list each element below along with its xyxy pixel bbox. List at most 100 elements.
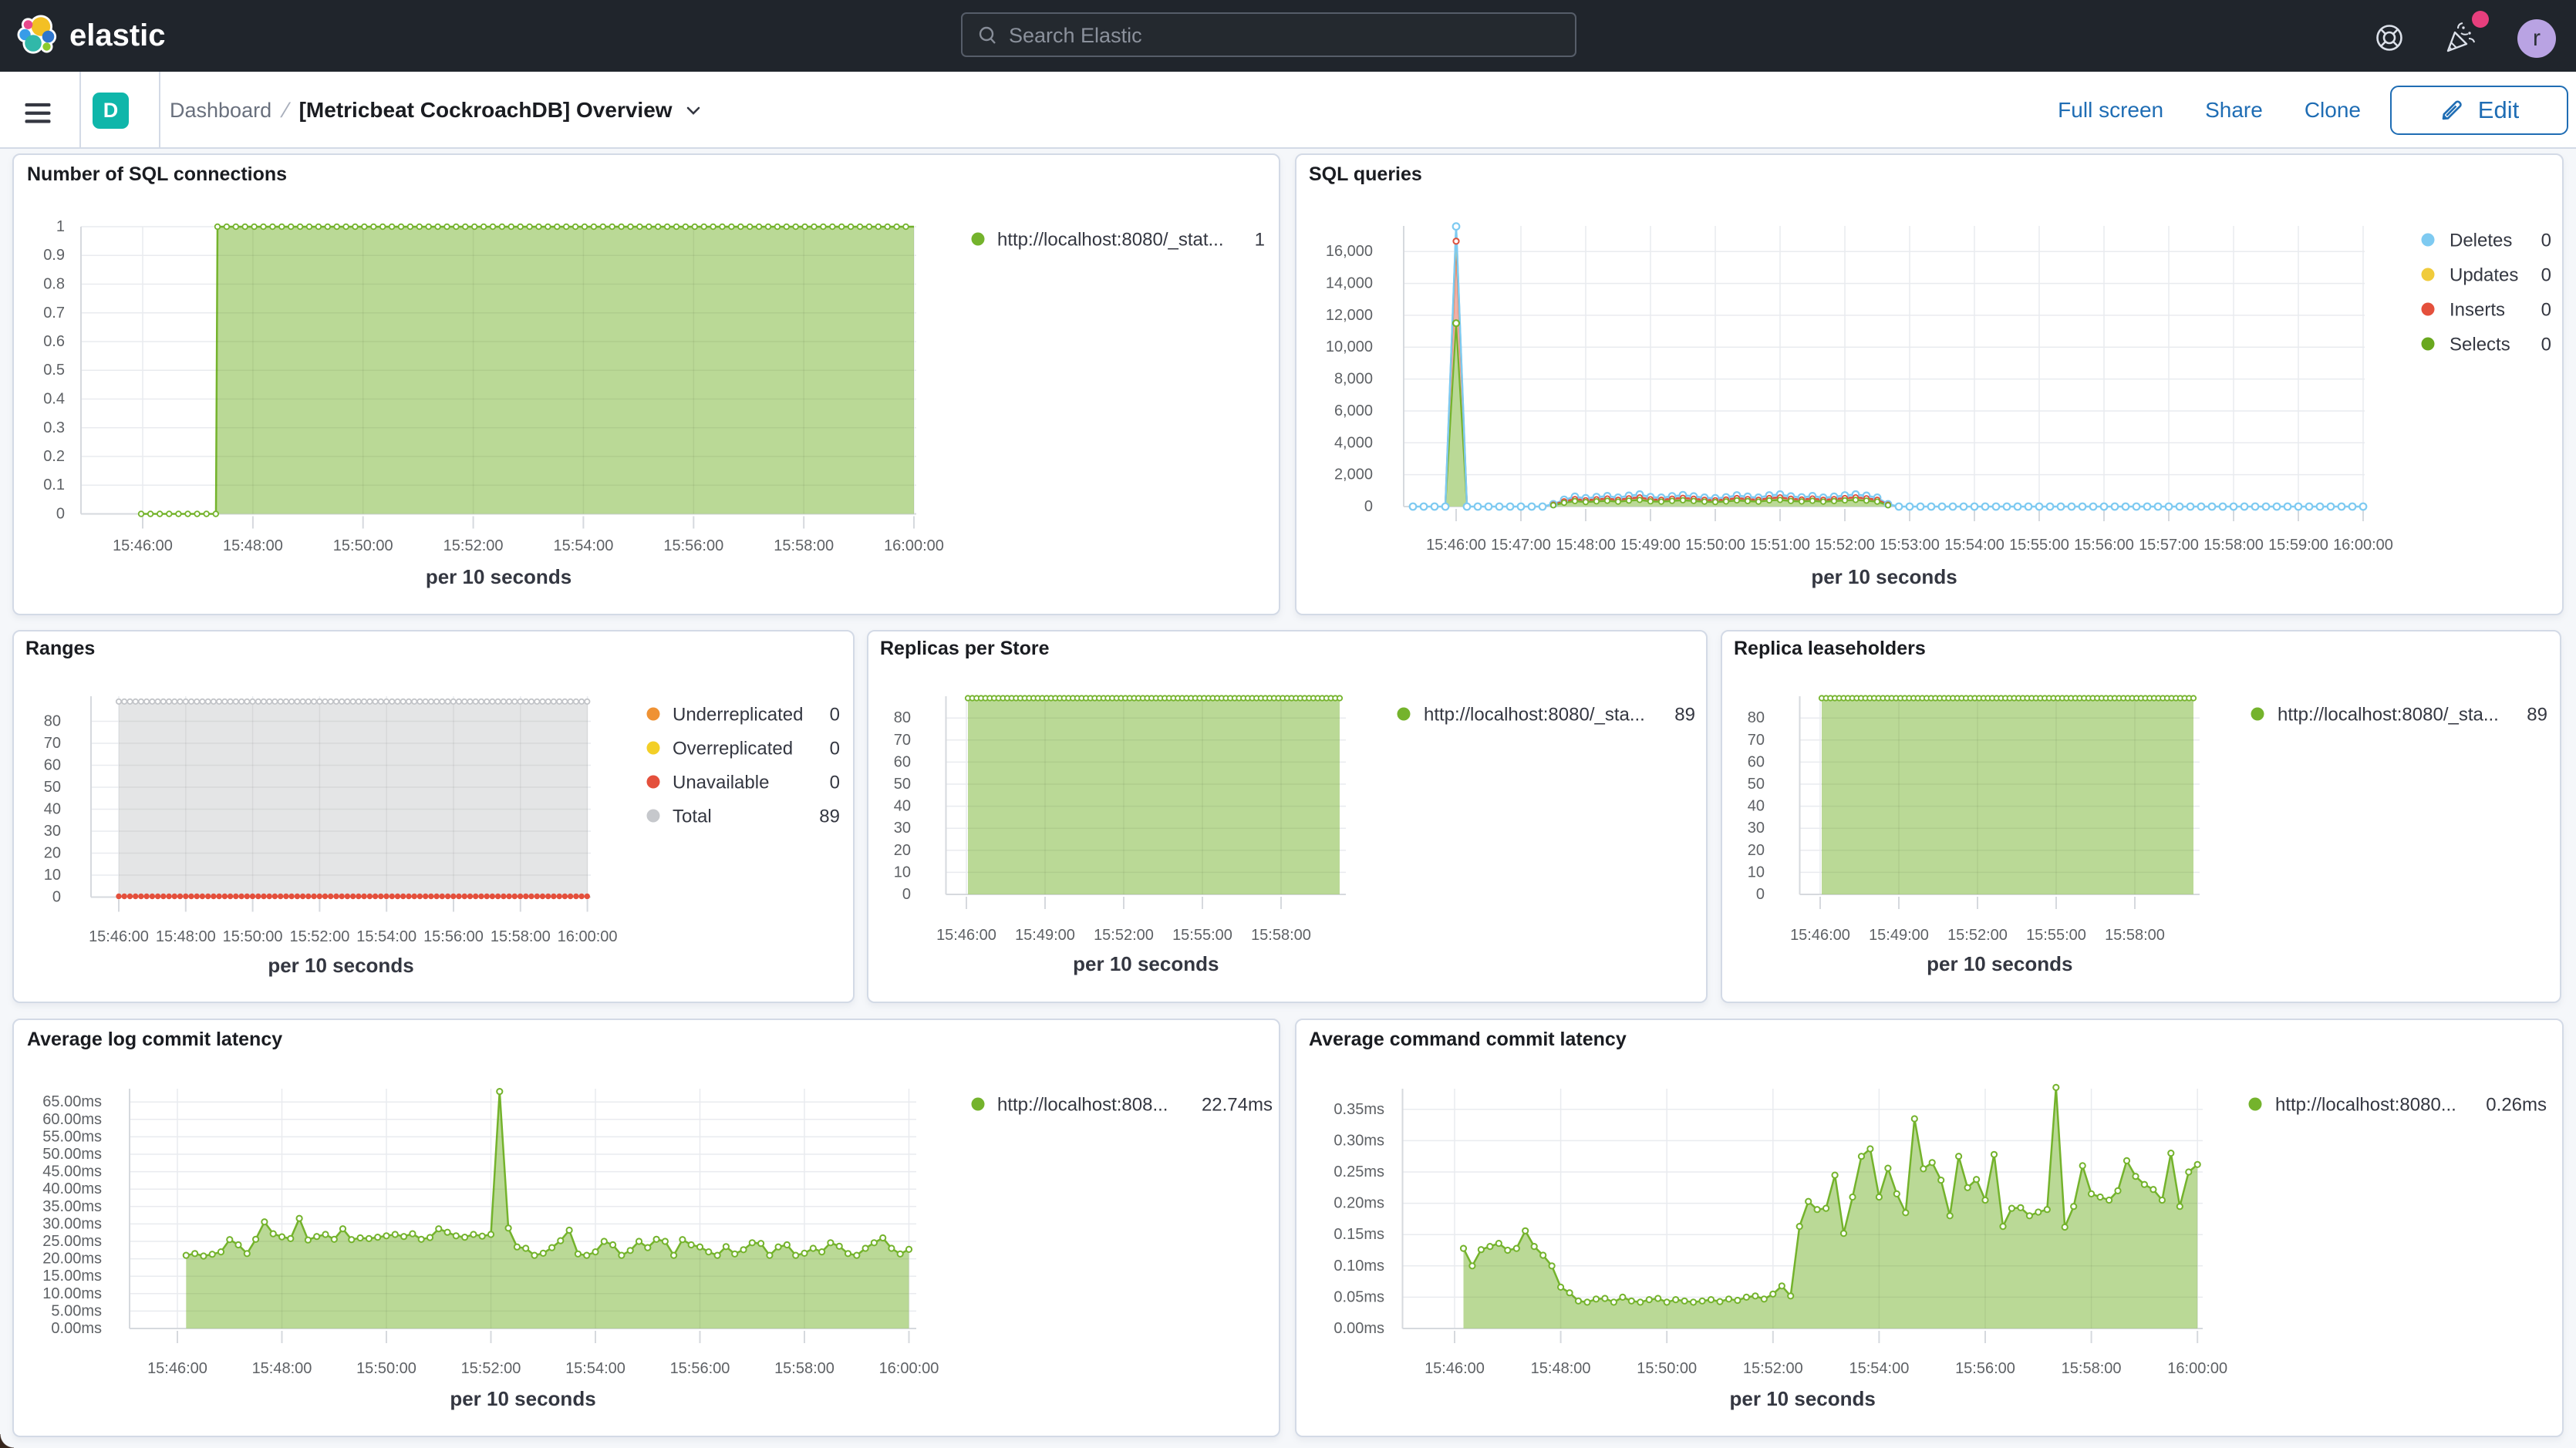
svg-text:16:00:00: 16:00:00 [2167, 1360, 2227, 1377]
svg-text:Updates: Updates [2450, 265, 2518, 286]
svg-text:15:47:00: 15:47:00 [1491, 537, 1551, 554]
svg-text:40: 40 [1748, 798, 1765, 815]
svg-text:0.2: 0.2 [43, 448, 65, 465]
svg-text:15:52:00: 15:52:00 [461, 1360, 521, 1377]
svg-text:15:50:00: 15:50:00 [333, 537, 393, 554]
svg-text:0.15ms: 0.15ms [1334, 1226, 1384, 1243]
svg-text:15:48:00: 15:48:00 [156, 928, 216, 945]
svg-text:Ranges: Ranges [25, 638, 95, 659]
svg-text:15:54:00: 15:54:00 [356, 928, 416, 945]
svg-text:per 10 seconds: per 10 seconds [1730, 1387, 1876, 1410]
svg-text:10: 10 [894, 864, 911, 881]
svg-text:Number of SQL connections: Number of SQL connections [27, 163, 287, 185]
svg-text:15:48:00: 15:48:00 [223, 537, 283, 554]
svg-text:0.00ms: 0.00ms [1334, 1320, 1384, 1337]
svg-text:15:50:00: 15:50:00 [356, 1360, 416, 1377]
svg-text:10: 10 [44, 867, 61, 884]
svg-text:15:51:00: 15:51:00 [1750, 537, 1810, 554]
svg-text:15:54:00: 15:54:00 [1944, 537, 2004, 554]
svg-text:16:00:00: 16:00:00 [879, 1360, 939, 1377]
svg-text:15:46:00: 15:46:00 [1790, 927, 1850, 944]
svg-text:6,000: 6,000 [1334, 402, 1373, 419]
svg-text:Selects: Selects [2450, 335, 2510, 355]
svg-text:30: 30 [1748, 820, 1765, 837]
svg-text:60: 60 [1748, 753, 1765, 770]
svg-text:Overreplicated: Overreplicated [673, 739, 793, 759]
svg-text:Deletes: Deletes [2450, 231, 2512, 251]
svg-text:15:52:00: 15:52:00 [1743, 1360, 1803, 1377]
svg-text:15:56:00: 15:56:00 [2074, 537, 2134, 554]
svg-text:15:46:00: 15:46:00 [89, 928, 149, 945]
svg-text:0.30ms: 0.30ms [1334, 1132, 1384, 1149]
svg-text:4,000: 4,000 [1334, 434, 1373, 451]
svg-text:0: 0 [902, 886, 911, 903]
svg-text:80: 80 [894, 709, 911, 726]
svg-text:Replicas per Store: Replicas per Store [880, 638, 1050, 659]
svg-text:15:46:00: 15:46:00 [1425, 1360, 1485, 1377]
svg-text:Inserts: Inserts [2450, 300, 2505, 321]
svg-text:per 10 seconds: per 10 seconds [268, 954, 413, 977]
svg-text:60: 60 [44, 757, 61, 774]
svg-text:15:52:00: 15:52:00 [1815, 537, 1875, 554]
svg-text:15:58:00: 15:58:00 [2105, 927, 2165, 944]
svg-text:2,000: 2,000 [1334, 466, 1373, 483]
svg-text:89: 89 [819, 807, 840, 827]
svg-text:15:55:00: 15:55:00 [1172, 927, 1232, 944]
svg-text:Average log commit latency: Average log commit latency [27, 1029, 282, 1050]
svg-text:5.00ms: 5.00ms [51, 1302, 102, 1319]
svg-text:15:49:00: 15:49:00 [1015, 927, 1075, 944]
svg-text:0.6: 0.6 [43, 333, 65, 350]
svg-text:per 10 seconds: per 10 seconds [1811, 565, 1957, 588]
svg-text:Unavailable: Unavailable [673, 773, 769, 793]
svg-text:15:52:00: 15:52:00 [1947, 927, 2008, 944]
svg-text:65.00ms: 65.00ms [42, 1093, 102, 1110]
svg-text:14,000: 14,000 [1326, 275, 1373, 292]
svg-text:15:52:00: 15:52:00 [443, 537, 504, 554]
svg-text:40.00ms: 40.00ms [42, 1180, 102, 1197]
svg-text:0.35ms: 0.35ms [1334, 1101, 1384, 1118]
svg-text:0.1: 0.1 [43, 476, 65, 493]
svg-text:60.00ms: 60.00ms [42, 1111, 102, 1128]
svg-text:0.4: 0.4 [43, 391, 65, 408]
svg-text:http://localhost:8080/_sta...: http://localhost:8080/_sta... [1424, 705, 1645, 726]
svg-text:35.00ms: 35.00ms [42, 1198, 102, 1215]
svg-text:50: 50 [894, 776, 911, 793]
svg-text:1: 1 [56, 218, 65, 235]
svg-text:SQL queries: SQL queries [1309, 163, 1422, 185]
svg-text:15:46:00: 15:46:00 [936, 927, 996, 944]
svg-text:10,000: 10,000 [1326, 338, 1373, 355]
svg-text:15:55:00: 15:55:00 [2026, 927, 2086, 944]
svg-text:Underreplicated: Underreplicated [673, 705, 803, 726]
svg-text:Average command commit latency: Average command commit latency [1309, 1029, 1627, 1050]
svg-text:30.00ms: 30.00ms [42, 1215, 102, 1232]
svg-text:15:46:00: 15:46:00 [147, 1360, 207, 1377]
svg-text:40: 40 [894, 798, 911, 815]
svg-text:http://localhost:8080/_sta...: http://localhost:8080/_sta... [2278, 705, 2499, 726]
svg-text:0.25ms: 0.25ms [1334, 1163, 1384, 1180]
svg-text:16:00:00: 16:00:00 [884, 537, 944, 554]
svg-text:80: 80 [1748, 709, 1765, 726]
svg-text:89: 89 [1674, 705, 1695, 726]
svg-text:30: 30 [894, 820, 911, 837]
svg-text:per 10 seconds: per 10 seconds [1927, 952, 2072, 975]
svg-text:15:53:00: 15:53:00 [1880, 537, 1940, 554]
svg-text:http://localhost:8080...: http://localhost:8080... [2275, 1095, 2456, 1116]
svg-text:80: 80 [44, 713, 61, 730]
svg-text:0.26ms: 0.26ms [2486, 1095, 2547, 1116]
svg-text:16:00:00: 16:00:00 [2333, 537, 2393, 554]
svg-text:15:58:00: 15:58:00 [774, 1360, 835, 1377]
svg-text:15:46:00: 15:46:00 [113, 537, 173, 554]
svg-text:15:50:00: 15:50:00 [1637, 1360, 1697, 1377]
svg-text:0.5: 0.5 [43, 362, 65, 379]
svg-text:10.00ms: 10.00ms [42, 1285, 102, 1302]
svg-text:http://localhost:8080/_stat...: http://localhost:8080/_stat... [997, 230, 1224, 251]
svg-text:0: 0 [1364, 498, 1373, 515]
svg-text:per 10 seconds: per 10 seconds [450, 1387, 595, 1410]
svg-text:10: 10 [1748, 864, 1765, 881]
svg-text:0: 0 [830, 739, 840, 759]
svg-text:15:52:00: 15:52:00 [1094, 927, 1154, 944]
svg-text:55.00ms: 55.00ms [42, 1128, 102, 1145]
svg-text:0: 0 [56, 506, 65, 523]
svg-text:0.8: 0.8 [43, 276, 65, 293]
svg-text:15:50:00: 15:50:00 [1685, 537, 1745, 554]
